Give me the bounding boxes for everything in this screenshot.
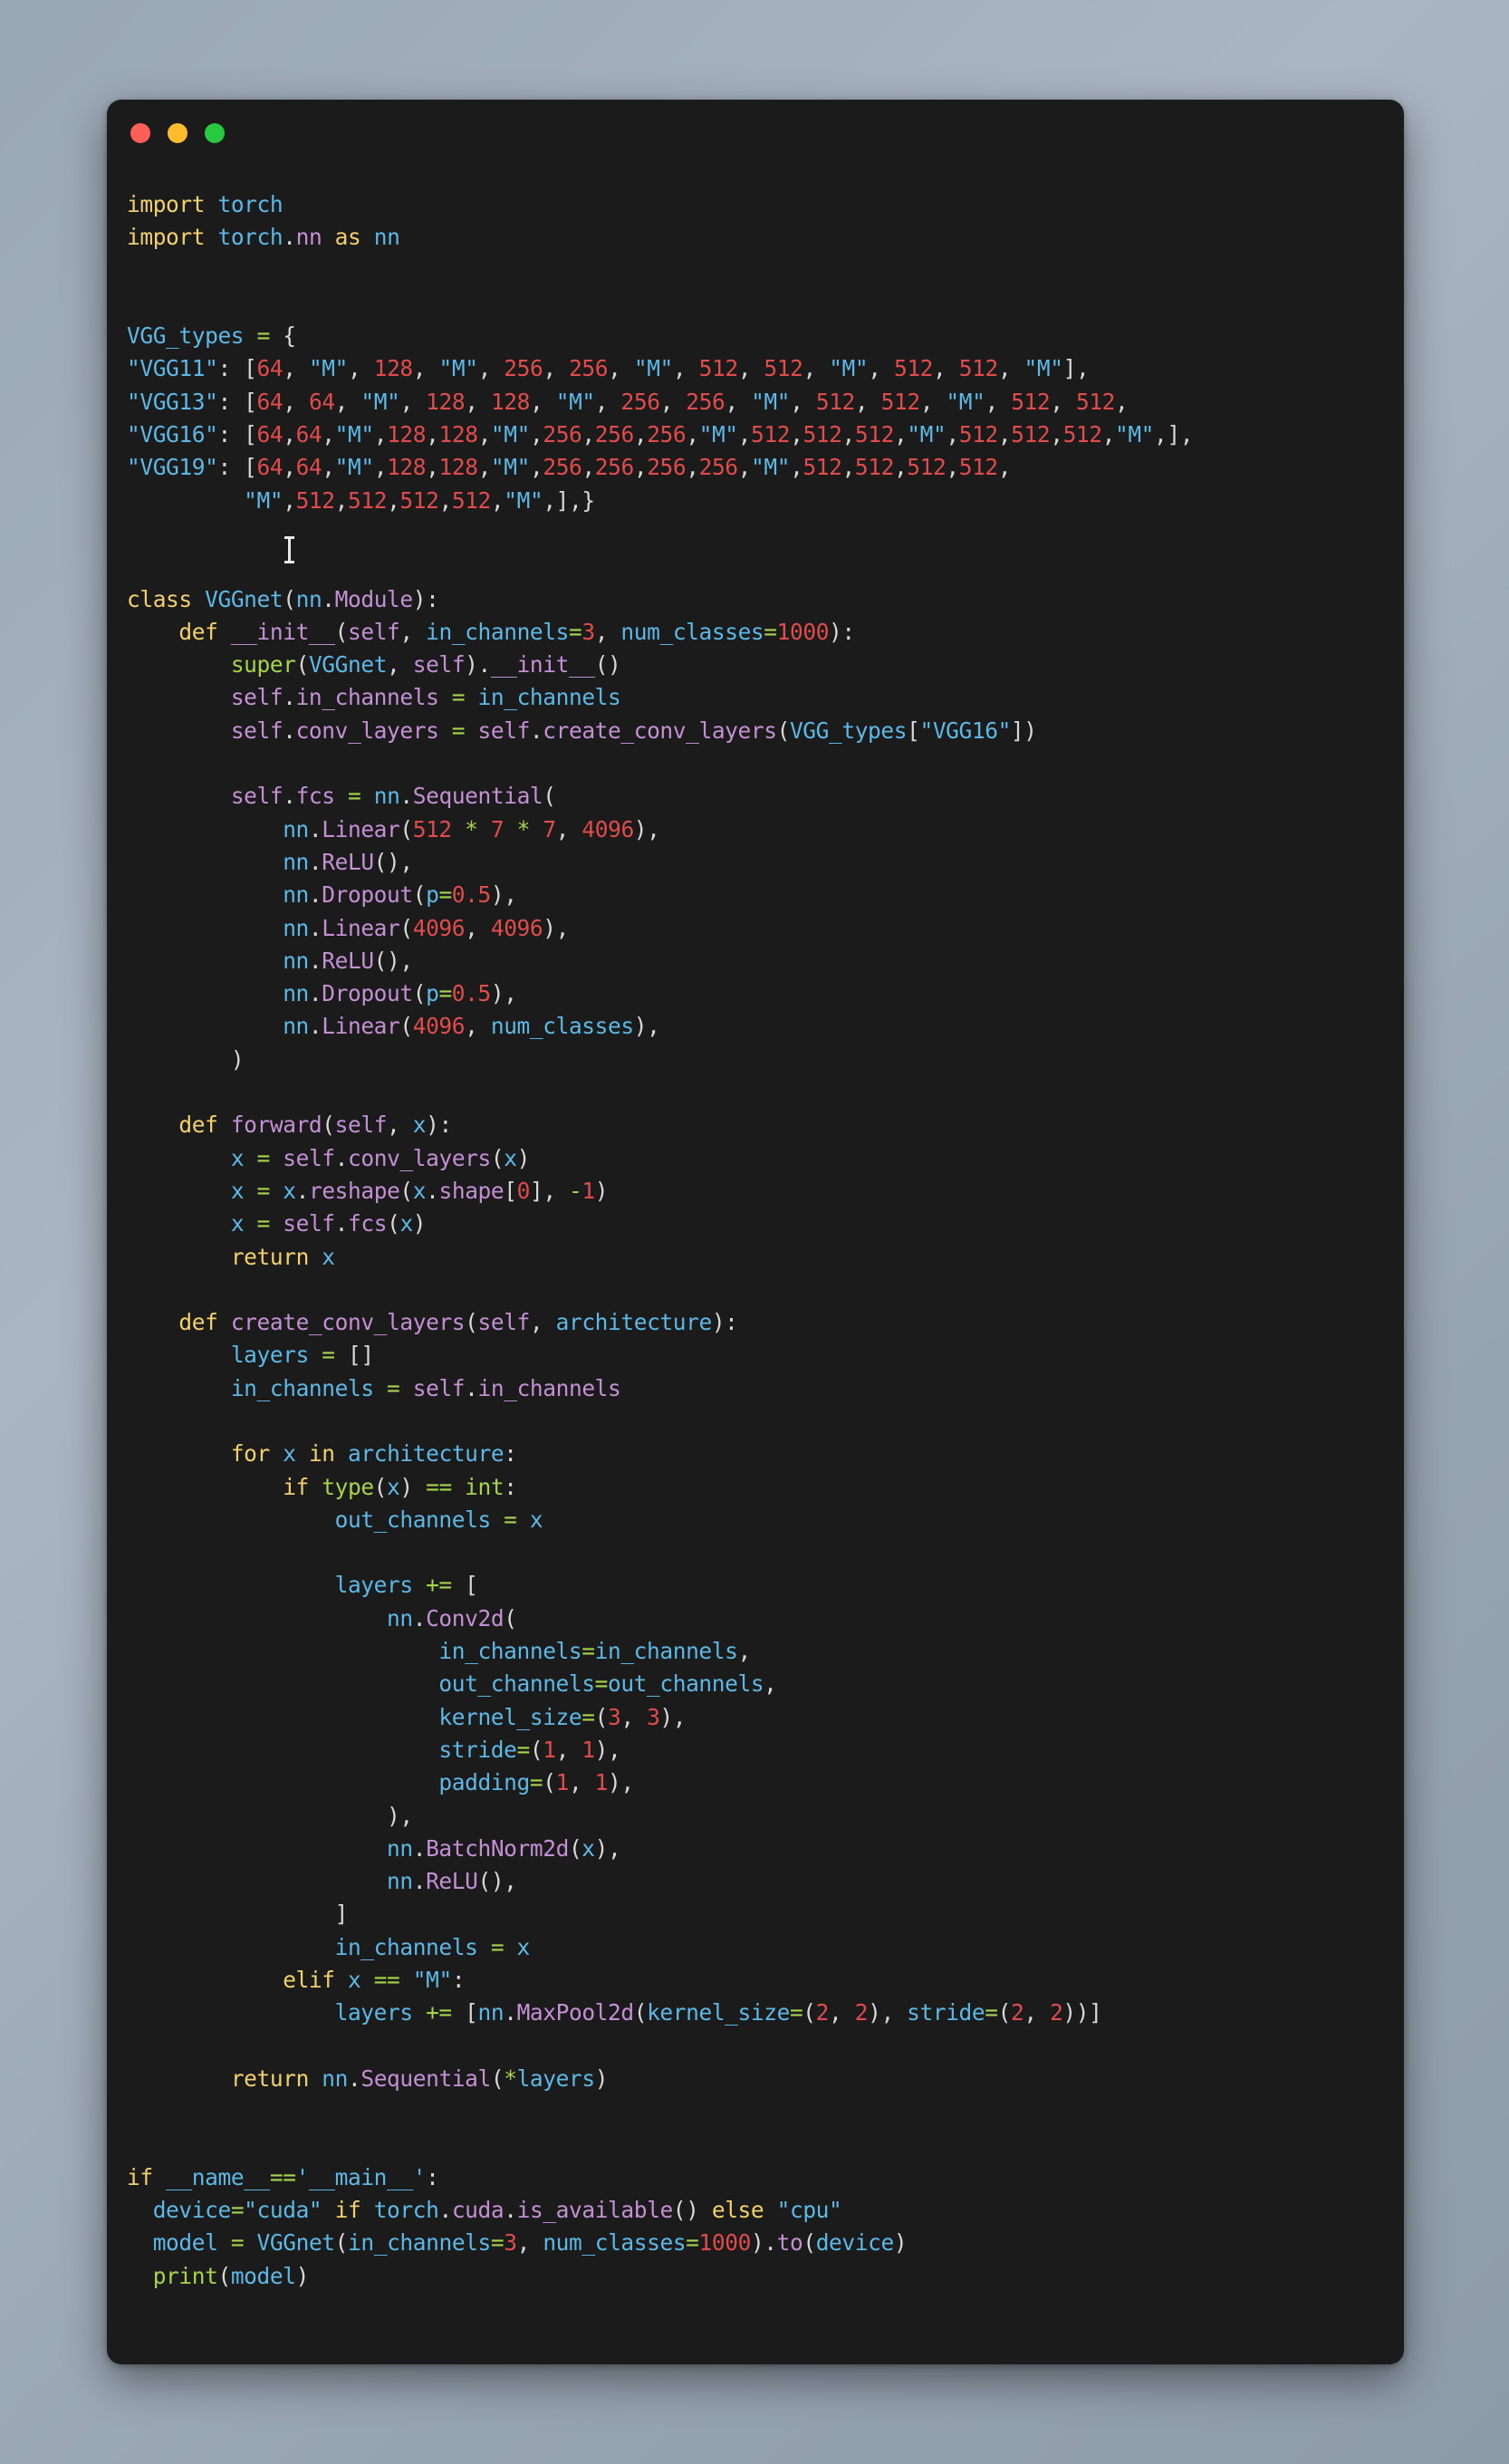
code-body[interactable]: import torch import torch.nn as nn VGG_t…	[107, 167, 1404, 2293]
window-titlebar[interactable]	[107, 100, 1404, 167]
code-window: import torch import torch.nn as nn VGG_t…	[107, 100, 1404, 2364]
minimize-window-button[interactable]	[168, 123, 187, 143]
python-source-code[interactable]: import torch import torch.nn as nn VGG_t…	[127, 188, 1404, 2293]
maximize-window-button[interactable]	[205, 123, 225, 143]
close-window-button[interactable]	[130, 123, 150, 143]
screenshot-stage: import torch import torch.nn as nn VGG_t…	[0, 0, 1509, 2464]
